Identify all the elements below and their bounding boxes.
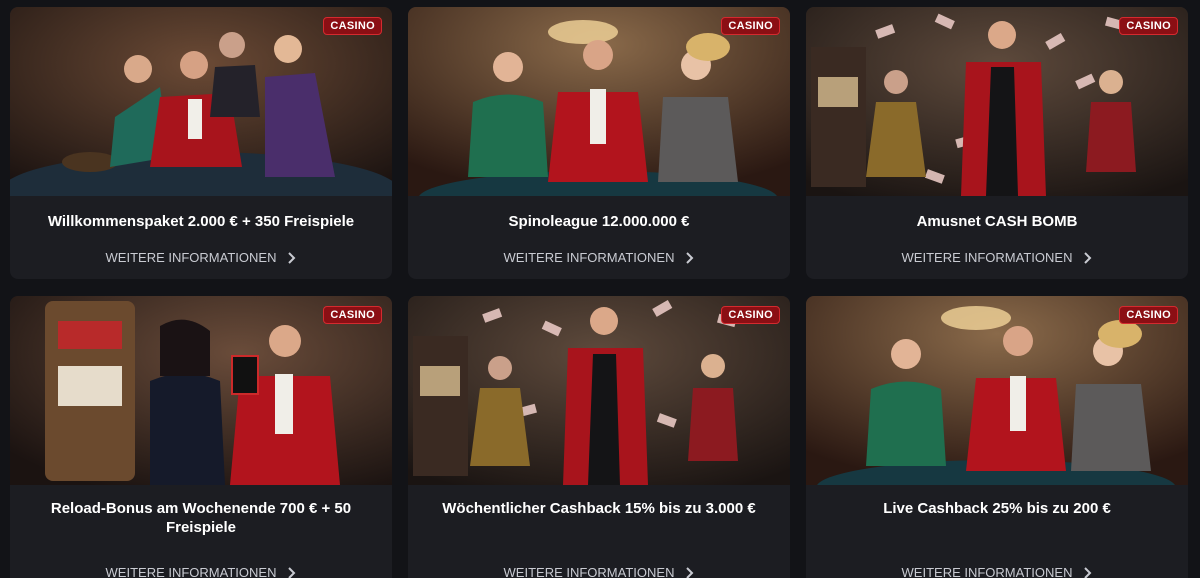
more-info-link[interactable]: WEITERE INFORMATIONEN xyxy=(10,565,392,578)
more-info-label: WEITERE INFORMATIONEN xyxy=(503,250,675,265)
casino-badge: CASINO xyxy=(323,306,382,324)
promo-image-money-rain[interactable]: CASINO xyxy=(408,296,790,485)
promo-image-slot-machine[interactable]: CASINO xyxy=(10,296,392,485)
promo-image-money-rain[interactable]: CASINO xyxy=(806,7,1188,196)
casino-badge: CASINO xyxy=(721,306,780,324)
promo-image-poker-table[interactable]: CASINO xyxy=(408,7,790,196)
casino-badge: CASINO xyxy=(1119,17,1178,35)
more-info-link[interactable]: WEITERE INFORMATIONEN xyxy=(408,565,790,578)
more-info-label: WEITERE INFORMATIONEN xyxy=(503,565,675,578)
promo-title: Willkommenspaket 2.000 € + 350 Freispiel… xyxy=(47,213,355,230)
more-info-label: WEITERE INFORMATIONEN xyxy=(105,250,277,265)
casino-badge: CASINO xyxy=(721,17,780,35)
more-info-label: WEITERE INFORMATIONEN xyxy=(105,565,277,578)
promo-card-weekend-reload[interactable]: CASINO Reload-Bonus am Wochenende 700 € … xyxy=(10,296,392,578)
promo-title: Spinoleague 12.000.000 € xyxy=(508,213,690,230)
promo-title: Wöchentlicher Cashback 15% bis zu 3.000 … xyxy=(442,500,756,517)
casino-badge: CASINO xyxy=(1119,306,1178,324)
more-info-link[interactable]: WEITERE INFORMATIONEN xyxy=(806,250,1188,265)
chevron-right-icon xyxy=(288,566,296,578)
more-info-label: WEITERE INFORMATIONEN xyxy=(901,250,1073,265)
promo-card-cash-bomb[interactable]: CASINO Amusnet CASH BOMB WEITERE INFORMA… xyxy=(806,7,1188,279)
chevron-right-icon xyxy=(686,251,694,264)
promo-card-live-cashback[interactable]: CASINO Live Cashback 25% bis zu 200 € WE… xyxy=(806,296,1188,578)
promotions-grid: CASINO Willkommenspaket 2.000 € + 350 Fr… xyxy=(10,7,1192,578)
promo-card-weekly-cashback[interactable]: CASINO Wöchentlicher Cashback 15% bis zu… xyxy=(408,296,790,578)
promo-image-poker-table[interactable]: CASINO xyxy=(806,296,1188,485)
more-info-link[interactable]: WEITERE INFORMATIONEN xyxy=(408,250,790,265)
promo-title: Live Cashback 25% bis zu 200 € xyxy=(883,500,1111,517)
chevron-right-icon xyxy=(1084,566,1092,578)
more-info-link[interactable]: WEITERE INFORMATIONEN xyxy=(10,250,392,265)
promo-title: Amusnet CASH BOMB xyxy=(916,213,1078,230)
promo-card-welcome-package[interactable]: CASINO Willkommenspaket 2.000 € + 350 Fr… xyxy=(10,7,392,279)
promo-card-spinoleague[interactable]: CASINO Spinoleague 12.000.000 € WEITERE … xyxy=(408,7,790,279)
casino-badge: CASINO xyxy=(323,17,382,35)
more-info-label: WEITERE INFORMATIONEN xyxy=(901,565,1073,578)
promo-image-roulette[interactable]: CASINO xyxy=(10,7,392,196)
chevron-right-icon xyxy=(686,566,694,578)
chevron-right-icon xyxy=(288,251,296,264)
chevron-right-icon xyxy=(1084,251,1092,264)
more-info-link[interactable]: WEITERE INFORMATIONEN xyxy=(806,565,1188,578)
promo-title: Reload-Bonus am Wochenende 700 € + 50 Fr… xyxy=(50,500,352,536)
